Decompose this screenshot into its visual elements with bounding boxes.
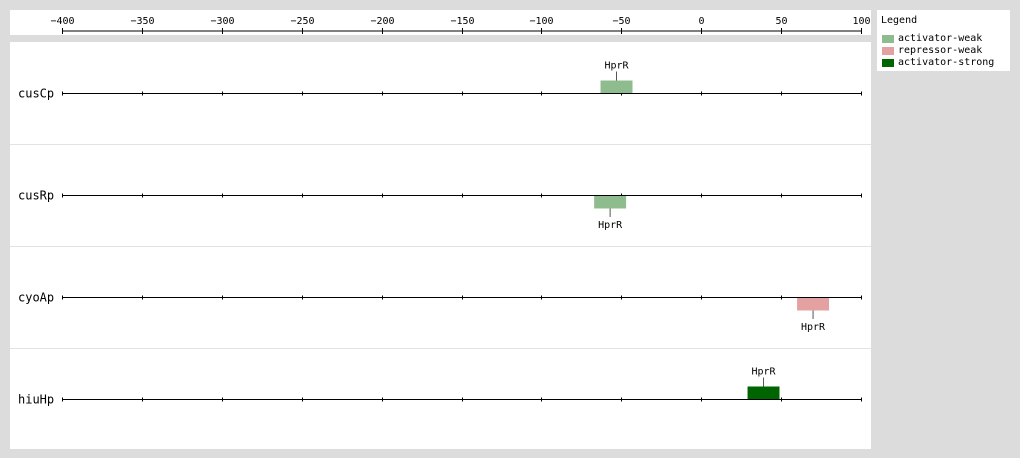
promoter-tracks: cusCp HprR cusRp HprR cyoAp HprR hiuHp HprR — [10, 61, 871, 407]
track-cyoAp: cyoAp HprR — [18, 291, 862, 333]
track-hiuHp: hiuHp HprR — [18, 367, 862, 407]
legend-swatch — [882, 59, 894, 67]
binding-site-label: HprR — [751, 367, 776, 378]
axis-tick-label: −100 — [529, 16, 553, 27]
legend-label: activator-weak — [898, 33, 983, 44]
binding-site-activator-weak[interactable] — [600, 80, 633, 94]
axis-tick-label: 0 — [698, 16, 704, 27]
legend-item-activator-weak: activator-weak — [881, 33, 1009, 45]
axis-tick-label: −350 — [130, 16, 154, 27]
binding-site-repressor-weak[interactable] — [797, 298, 830, 311]
axis-tick-label: 50 — [775, 16, 787, 27]
axis-tick-label: 100 — [852, 16, 870, 27]
axis-tick-label: −400 — [50, 16, 74, 27]
track-name: cusCp — [18, 87, 54, 101]
track-name: cusRp — [18, 189, 54, 203]
legend-item-repressor-weak: repressor-weak — [881, 45, 1009, 57]
binding-site-label: HprR — [801, 322, 826, 333]
axis-tick-label: −250 — [290, 16, 314, 27]
axis-tick-label: −200 — [370, 16, 394, 27]
binding-site-activator-strong[interactable] — [747, 386, 780, 400]
position-axis: −400 −350 −300 −250 −200 −150 −100 −50 0 50 100 — [50, 16, 871, 34]
binding-site-label: HprR — [598, 220, 623, 231]
legend-item-activator-strong: activator-strong — [881, 57, 1009, 69]
legend-swatch — [882, 47, 894, 55]
track-name: cyoAp — [18, 291, 54, 305]
axis-tick-label: −50 — [612, 16, 630, 27]
track-name: hiuHp — [18, 393, 54, 407]
promoter-tracks-panel: cusCp HprR cusRp HprR cyoAp HprR hiuHp HprR — [10, 42, 871, 449]
position-axis-panel: −400 −350 −300 −250 −200 −150 −100 −50 0 50 100 — [10, 10, 871, 35]
legend-swatch — [882, 35, 894, 43]
axis-tick-label: −300 — [210, 16, 234, 27]
axis-tick-label: −150 — [450, 16, 474, 27]
legend-label: activator-strong — [898, 57, 995, 68]
track-cusCp: cusCp HprR — [18, 61, 862, 101]
legend: Legend activator-weak repressor-weak act… — [877, 10, 1010, 71]
binding-site-activator-weak[interactable] — [594, 196, 627, 209]
legend-title: Legend — [881, 15, 918, 26]
legend-label: repressor-weak — [898, 45, 983, 56]
track-cusRp: cusRp HprR — [18, 189, 862, 231]
binding-site-label: HprR — [604, 61, 629, 72]
